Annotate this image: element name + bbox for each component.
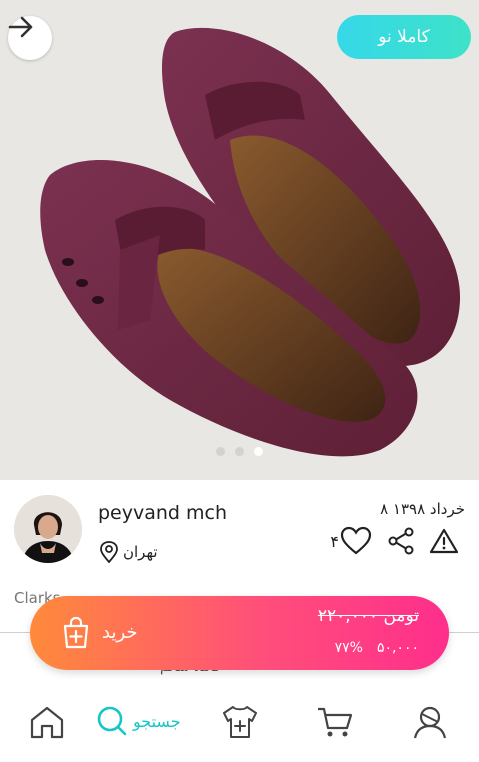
share-icon[interactable]: [387, 527, 415, 555]
nav-search[interactable]: جستجو: [95, 704, 181, 738]
product-image[interactable]: کاملا نو: [0, 0, 479, 480]
nav-profile[interactable]: [410, 704, 450, 740]
original-price: ۵۰,۰۰۰: [376, 640, 419, 656]
report-warning-icon[interactable]: [429, 527, 459, 555]
shoes-illustration: [40, 27, 461, 457]
arrow-right-icon: [8, 16, 33, 38]
back-button[interactable]: [8, 16, 52, 60]
nav-home[interactable]: [28, 704, 66, 740]
add-post-icon: [223, 706, 257, 738]
discount-percent: ۷۷%: [334, 640, 363, 656]
buy-bar[interactable]: خرید ۲۲۰,۰۰۰ تومن ۷۷% ۵۰,۰۰۰: [30, 596, 449, 670]
bottom-nav: جستجو: [0, 690, 479, 762]
home-icon: [30, 706, 64, 739]
search-icon: [97, 706, 127, 736]
buy-button[interactable]: خرید: [58, 614, 138, 650]
pager-dot-active[interactable]: [254, 447, 263, 456]
cart-icon: [318, 707, 353, 737]
seller-avatar[interactable]: [14, 495, 82, 563]
nav-add-post[interactable]: [220, 704, 260, 740]
price: ۲۲۰,۰۰۰ تومن: [317, 606, 419, 626]
post-date: ۸ خرداد ۱۳۹۸: [380, 500, 465, 518]
shopping-bag-plus-icon: [63, 616, 89, 649]
buy-label: خرید: [102, 621, 138, 643]
profile-icon: [413, 706, 447, 739]
post-actions: ۴: [330, 526, 459, 556]
condition-badge: کاملا نو: [337, 15, 471, 59]
pager-dot[interactable]: [216, 447, 225, 456]
like-count: ۴: [330, 531, 339, 551]
heart-icon: [340, 526, 372, 555]
pager-dot[interactable]: [235, 447, 244, 456]
seller-location: تهران: [99, 541, 158, 563]
nav-search-label: جستجو: [133, 711, 181, 731]
location-label: تهران: [123, 543, 158, 561]
image-pager-dots: [0, 447, 479, 456]
seller-name[interactable]: peyvand mch: [98, 502, 227, 524]
like-button[interactable]: ۴: [330, 526, 373, 556]
location-pin-icon: [100, 541, 118, 563]
avatar-photo: [14, 495, 82, 563]
discount-row: ۷۷% ۵۰,۰۰۰: [335, 640, 419, 656]
nav-cart[interactable]: [315, 704, 355, 740]
